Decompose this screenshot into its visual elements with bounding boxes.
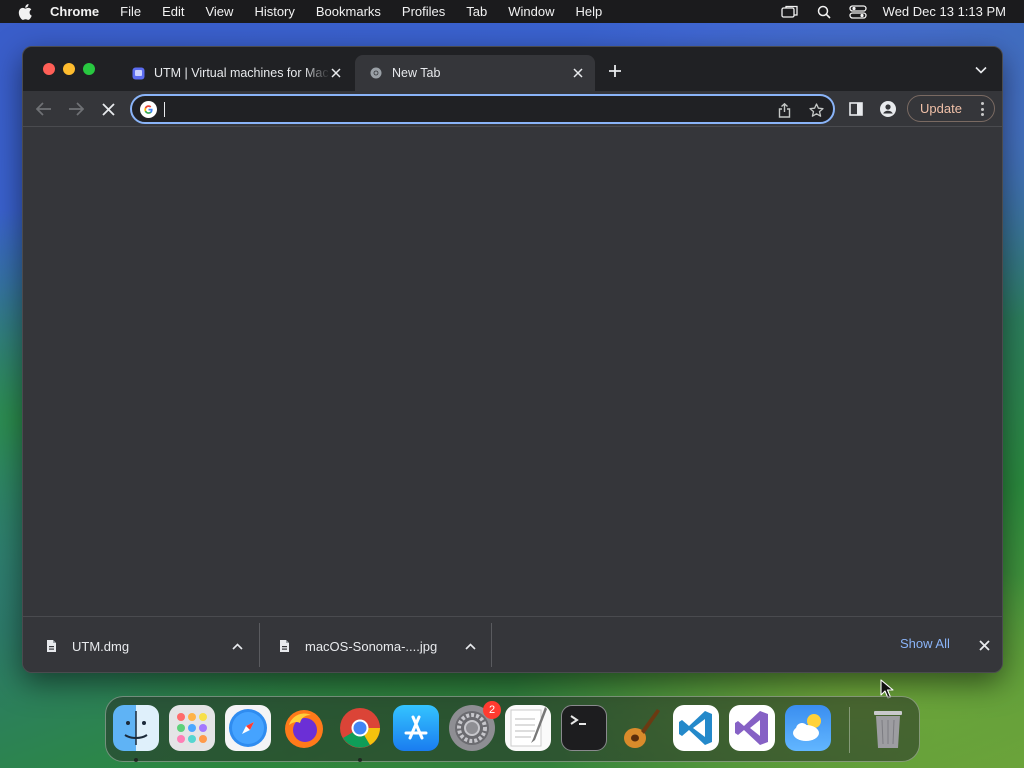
tab-close-icon[interactable] [329,66,343,80]
menu-history[interactable]: History [254,4,294,19]
tab-close-icon[interactable] [571,66,585,80]
download-item[interactable]: UTM.dmg [45,617,259,672]
app-store-icon[interactable] [393,705,439,751]
screen-mirroring-icon[interactable] [781,5,799,19]
visual-studio-icon[interactable] [729,705,775,751]
side-panel-icon[interactable] [847,100,865,118]
control-center-icon[interactable] [849,4,867,19]
tab-utm[interactable]: UTM | Virtual machines for Mac [123,55,353,91]
file-icon [278,639,290,653]
page-content [23,128,1002,616]
notification-badge: 2 [483,701,501,719]
zoom-window-button[interactable] [83,63,95,75]
trash-icon[interactable] [865,705,911,751]
tab-title: New Tab [392,66,441,80]
firefox-icon[interactable] [281,705,327,751]
text-caret [164,102,165,117]
dock-divider [849,707,850,753]
forward-arrow-icon[interactable] [67,100,85,118]
stop-loading-icon[interactable] [99,100,117,118]
more-menu-icon[interactable] [980,102,984,116]
chrome-icon [369,66,383,80]
omnibox-input[interactable] [168,98,738,120]
close-shelf-icon[interactable] [977,638,991,652]
download-filename: UTM.dmg [72,638,130,654]
menu-window[interactable]: Window [508,4,554,19]
menu-tab[interactable]: Tab [466,4,487,19]
update-label: Update [920,101,962,116]
tab-title: UTM | Virtual machines for Mac [154,66,329,80]
profile-avatar-icon[interactable] [879,100,897,118]
weather-icon[interactable] [785,705,831,751]
menu-bar: Chrome File Edit View History Bookmarks … [0,0,1024,23]
file-icon [45,639,57,653]
dock: 2 [105,696,920,762]
menu-app-name[interactable]: Chrome [50,4,99,19]
garageband-icon[interactable] [617,705,663,751]
download-item[interactable]: macOS-Sonoma-....jpg [278,617,492,672]
chrome-app-icon[interactable] [337,705,383,751]
menu-clock[interactable]: Wed Dec 13 1:13 PM [883,4,1006,19]
back-arrow-icon[interactable] [35,100,53,118]
safari-icon[interactable] [225,705,271,751]
system-settings-icon[interactable]: 2 [449,701,501,751]
spotlight-search-icon[interactable] [815,5,833,19]
apple-menu-icon[interactable] [18,3,36,20]
menu-profiles[interactable]: Profiles [402,4,445,19]
terminal-icon[interactable] [561,705,607,751]
close-window-button[interactable] [43,63,55,75]
menu-file[interactable]: File [120,4,141,19]
chevron-up-icon[interactable] [464,641,476,651]
update-button[interactable]: Update [907,95,995,122]
textedit-icon[interactable] [505,705,551,751]
menu-edit[interactable]: Edit [162,4,184,19]
chevron-up-icon[interactable] [231,641,243,651]
tab-new-tab[interactable]: New Tab [355,55,595,91]
download-filename: macOS-Sonoma-....jpg [305,638,438,654]
launchpad-icon[interactable] [169,705,215,751]
download-shelf: UTM.dmg macOS-Sonoma-....jpg Show All [23,616,1002,672]
finder-icon[interactable] [113,705,159,751]
download-divider [491,623,492,667]
running-indicator [358,758,362,762]
show-all-link[interactable]: Show All [900,636,950,651]
running-indicator [134,758,138,762]
vscode-icon[interactable] [673,705,719,751]
address-bar[interactable] [130,94,835,124]
menu-help[interactable]: Help [576,4,603,19]
google-g-icon [140,101,157,118]
share-icon[interactable] [776,102,792,118]
new-tab-plus-icon[interactable] [607,63,623,79]
download-divider [259,623,260,667]
menu-view[interactable]: View [205,4,233,19]
tab-strip: UTM | Virtual machines for Mac New Tab [23,47,1002,91]
bookmark-star-icon[interactable] [808,102,824,118]
tab-search-chevron-icon[interactable] [974,65,988,75]
menu-bookmarks[interactable]: Bookmarks [316,4,381,19]
minimize-window-button[interactable] [63,63,75,75]
browser-window: UTM | Virtual machines for Mac New Tab U… [22,46,1003,673]
toolbar: Update [23,91,1002,127]
utm-icon [131,66,145,80]
